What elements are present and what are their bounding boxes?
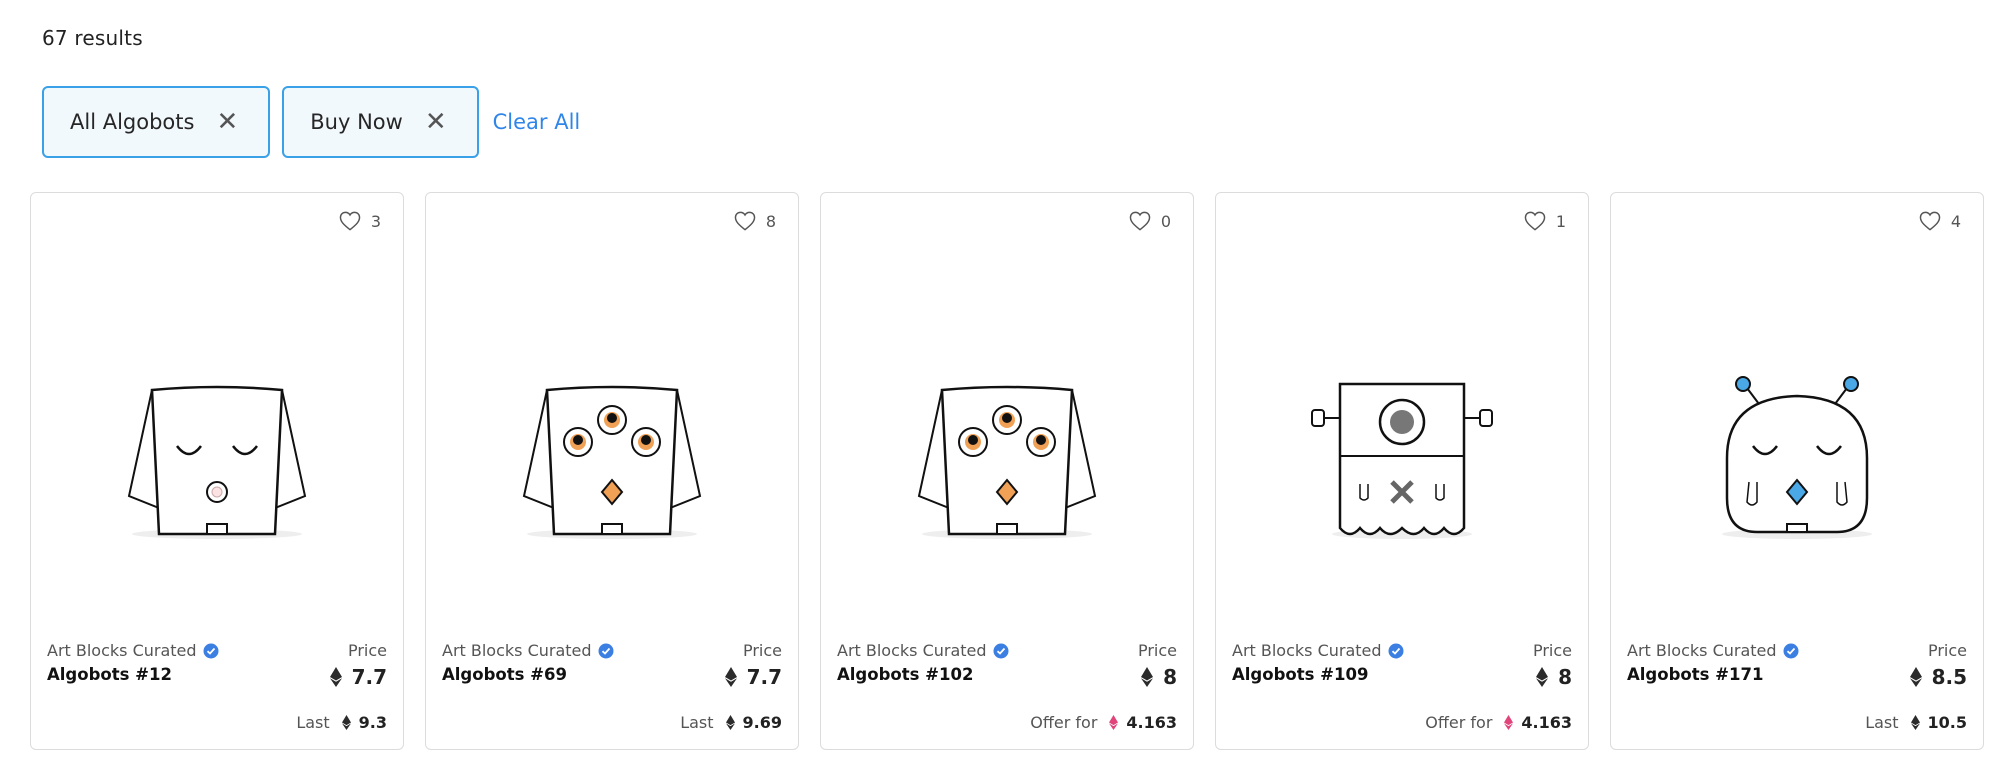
eth-pink-icon xyxy=(1109,715,1119,730)
nft-card[interactable]: 8 Art Blocks Curated Algobots #69 Price … xyxy=(425,192,799,750)
eth-icon xyxy=(1536,667,1549,687)
nft-image[interactable] xyxy=(426,263,798,643)
nft-name[interactable]: Algobots #69 xyxy=(442,665,567,684)
favorite-count: 1 xyxy=(1555,211,1566,231)
heart-icon xyxy=(1919,211,1941,231)
verified-badge-icon xyxy=(993,643,1009,658)
favorite-count: 4 xyxy=(1950,211,1961,231)
price-label: Price xyxy=(742,641,782,660)
best-offer: Offer for 4.163 xyxy=(1425,713,1572,732)
nft-card[interactable]: 1 Art Blocks Curated Algobots #109 Price… xyxy=(1215,192,1589,750)
results-count: 67 results xyxy=(42,26,143,50)
nft-image[interactable] xyxy=(1216,263,1588,643)
filter-chip-buy-now[interactable]: Buy Now ✕ xyxy=(282,86,479,158)
maker-name[interactable]: Art Blocks Curated xyxy=(1627,641,1799,660)
nft-card[interactable]: 0 Art Blocks Curated Algobots #102 Price xyxy=(820,192,1194,750)
favorite-count: 3 xyxy=(370,211,381,231)
eth-icon xyxy=(1909,667,1922,687)
last-sale: Last 9.3 xyxy=(296,713,387,732)
price-value: 7.7 xyxy=(329,665,387,689)
price-value: 8 xyxy=(1536,665,1572,689)
verified-badge-icon xyxy=(1388,643,1404,658)
favorite-button[interactable]: 4 xyxy=(1919,211,1961,231)
close-icon[interactable]: ✕ xyxy=(216,109,238,135)
price-label: Price xyxy=(1927,641,1967,660)
nft-name[interactable]: Algobots #171 xyxy=(1627,665,1763,684)
heart-icon xyxy=(1129,211,1151,231)
price-label: Price xyxy=(1532,641,1572,660)
verified-badge-icon xyxy=(598,643,614,658)
price-value: 8.5 xyxy=(1909,665,1967,689)
nft-image[interactable] xyxy=(1611,263,1983,643)
nft-card[interactable]: 3 Art Blocks Curated Algobots #12 Price … xyxy=(30,192,404,750)
eth-icon xyxy=(341,715,351,730)
filter-chip-all-algobots[interactable]: All Algobots ✕ xyxy=(42,86,271,158)
best-offer: Offer for 4.163 xyxy=(1030,713,1177,732)
price-label: Price xyxy=(347,641,387,660)
last-sale: Last 10.5 xyxy=(1865,713,1967,732)
heart-icon xyxy=(734,211,756,231)
maker-name[interactable]: Art Blocks Curated xyxy=(442,641,614,660)
favorite-button[interactable]: 1 xyxy=(1524,211,1566,231)
maker-name[interactable]: Art Blocks Curated xyxy=(47,641,219,660)
eth-icon xyxy=(1141,667,1154,687)
verified-badge-icon xyxy=(1783,643,1799,658)
price-value: 8 xyxy=(1141,665,1177,689)
close-icon[interactable]: ✕ xyxy=(425,109,447,135)
last-sale: Last 9.69 xyxy=(680,713,782,732)
heart-icon xyxy=(339,211,361,231)
favorite-count: 8 xyxy=(765,211,776,231)
eth-pink-icon xyxy=(1504,715,1514,730)
maker-name[interactable]: Art Blocks Curated xyxy=(837,641,1009,660)
favorite-button[interactable]: 0 xyxy=(1129,211,1171,231)
nft-image[interactable] xyxy=(31,263,403,643)
heart-icon xyxy=(1524,211,1546,231)
verified-badge-icon xyxy=(203,643,219,658)
eth-icon xyxy=(724,667,737,687)
nft-name[interactable]: Algobots #109 xyxy=(1232,665,1368,684)
eth-icon xyxy=(329,667,342,687)
nft-name[interactable]: Algobots #102 xyxy=(837,665,973,684)
nft-name[interactable]: Algobots #12 xyxy=(47,665,172,684)
filter-chip-label: All Algobots xyxy=(70,110,195,134)
nft-image[interactable] xyxy=(821,263,1193,643)
price-label: Price xyxy=(1137,641,1177,660)
filter-chips: All Algobots ✕ Buy Now ✕ Clear All xyxy=(42,86,580,158)
nft-card[interactable]: 4 Art Blocks Curated Algobots #171 Price… xyxy=(1610,192,1984,750)
maker-name[interactable]: Art Blocks Curated xyxy=(1232,641,1404,660)
favorite-button[interactable]: 3 xyxy=(339,211,381,231)
favorite-count: 0 xyxy=(1160,211,1171,231)
eth-icon xyxy=(1910,715,1920,730)
price-value: 7.7 xyxy=(724,665,782,689)
filter-chip-label: Buy Now xyxy=(310,110,403,134)
eth-icon xyxy=(725,715,735,730)
clear-all-link[interactable]: Clear All xyxy=(493,110,581,134)
favorite-button[interactable]: 8 xyxy=(734,211,776,231)
